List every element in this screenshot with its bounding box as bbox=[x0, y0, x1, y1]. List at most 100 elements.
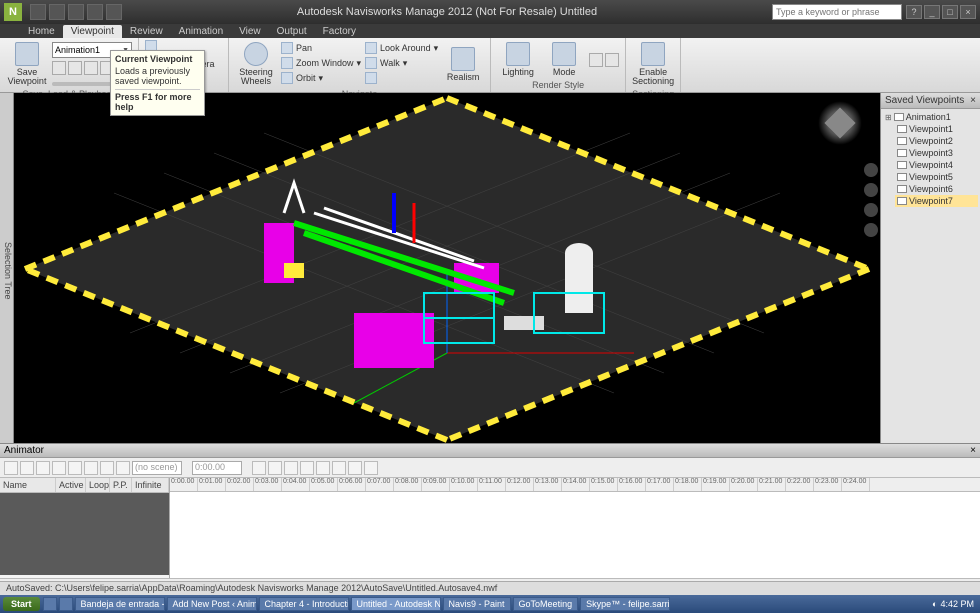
stop-icon[interactable] bbox=[68, 61, 82, 75]
tab-home[interactable]: Home bbox=[20, 25, 63, 38]
viewpoint-item[interactable]: Viewpoint5 bbox=[895, 171, 978, 183]
anim-tb-8[interactable] bbox=[116, 461, 130, 475]
taskbar-item[interactable]: Add New Post ‹ Animat... bbox=[167, 597, 257, 611]
col-active: Active bbox=[56, 478, 86, 492]
taskbar-item[interactable]: Bandeja de entrada - Mic... bbox=[75, 597, 165, 611]
anim-tb-2[interactable] bbox=[20, 461, 34, 475]
viewpoint-item[interactable]: Viewpoint4 bbox=[895, 159, 978, 171]
qat-new-icon[interactable] bbox=[30, 4, 46, 20]
timeline-body[interactable] bbox=[170, 492, 980, 562]
nav-zoom-icon[interactable] bbox=[864, 203, 878, 217]
tab-factory[interactable]: Factory bbox=[315, 25, 364, 38]
viewpoint-item[interactable]: Viewpoint2 bbox=[895, 135, 978, 147]
play-back-icon[interactable] bbox=[52, 61, 66, 75]
ql-2[interactable] bbox=[59, 597, 73, 611]
animator-title: Animator bbox=[4, 445, 44, 456]
app-icon[interactable]: N bbox=[4, 3, 22, 21]
ql-1[interactable] bbox=[43, 597, 57, 611]
taskbar-item[interactable]: Navis9 - Paint bbox=[443, 597, 511, 611]
orbit-button[interactable]: Orbit ▾ bbox=[281, 72, 361, 84]
render-opt2[interactable] bbox=[605, 53, 619, 67]
tab-output[interactable]: Output bbox=[269, 25, 315, 38]
tab-view[interactable]: View bbox=[231, 25, 269, 38]
anim-play-icon[interactable] bbox=[316, 461, 330, 475]
tab-animation[interactable]: Animation bbox=[171, 25, 231, 38]
col-infinite: Infinite bbox=[132, 478, 169, 492]
time-field[interactable]: 0:00.00 bbox=[192, 461, 242, 475]
animator-timeline[interactable]: 0:00.000:01.000:02.000:03.000:04.000:05.… bbox=[170, 478, 980, 578]
scene-field[interactable]: (no scene) bbox=[132, 461, 182, 475]
animator-close-icon[interactable]: × bbox=[970, 445, 976, 456]
group-label-render: Render Style bbox=[497, 79, 619, 90]
viewpoint-item[interactable]: Viewpoint1 bbox=[895, 123, 978, 135]
anim-tb-7[interactable] bbox=[100, 461, 114, 475]
anim-tb-1[interactable] bbox=[4, 461, 18, 475]
anim-last-icon[interactable] bbox=[348, 461, 362, 475]
taskbar-item[interactable]: Skype™ - felipe.sarria bbox=[580, 597, 670, 611]
anim-stop-icon[interactable] bbox=[300, 461, 314, 475]
scene-svg bbox=[14, 93, 880, 443]
tooltip-current-viewpoint: Current Viewpoint Loads a previously sav… bbox=[110, 50, 205, 116]
anim-rev-icon[interactable] bbox=[284, 461, 298, 475]
anim-tb-6[interactable] bbox=[84, 461, 98, 475]
anim-prev-icon[interactable] bbox=[268, 461, 282, 475]
anim-next-icon[interactable] bbox=[332, 461, 346, 475]
qat-undo-icon[interactable] bbox=[87, 4, 103, 20]
tab-review[interactable]: Review bbox=[122, 25, 171, 38]
panel-title: Saved Viewpoints bbox=[885, 95, 964, 106]
nav-pan-icon[interactable] bbox=[864, 183, 878, 197]
viewcube[interactable] bbox=[818, 101, 862, 145]
panel-header[interactable]: Saved Viewpoints × bbox=[881, 93, 980, 109]
nav-walk-icon[interactable] bbox=[864, 223, 878, 237]
viewpoint-item[interactable]: Viewpoint3 bbox=[895, 147, 978, 159]
qat-redo-icon[interactable] bbox=[106, 4, 122, 20]
saved-viewpoints-panel: Saved Viewpoints × Animation1 Viewpoint1… bbox=[880, 93, 980, 443]
animator-tree-body[interactable] bbox=[0, 493, 169, 575]
tree-root[interactable]: Animation1 bbox=[883, 111, 978, 123]
close-button[interactable]: × bbox=[960, 5, 976, 19]
panel-close-icon[interactable]: × bbox=[970, 95, 976, 106]
mode-button[interactable]: Mode bbox=[543, 40, 585, 79]
lighting-button[interactable]: Lighting bbox=[497, 40, 539, 79]
anim-loop-icon[interactable] bbox=[364, 461, 378, 475]
system-tray[interactable]: ◐ 4:42 PM bbox=[926, 599, 980, 609]
maximize-button[interactable]: □ bbox=[942, 5, 958, 19]
pan-button[interactable]: Pan bbox=[281, 42, 361, 54]
zoom-window-button[interactable]: Zoom Window ▾ bbox=[281, 57, 361, 69]
tray-icon[interactable]: ◐ bbox=[932, 599, 937, 609]
look-around-button[interactable]: Look Around ▾ bbox=[365, 42, 438, 54]
minimize-button[interactable]: _ bbox=[924, 5, 940, 19]
qat-open-icon[interactable] bbox=[49, 4, 65, 20]
animator-tree: Name Active Loop P.P. Infinite bbox=[0, 478, 170, 578]
clock: 4:42 PM bbox=[940, 599, 974, 609]
select-button[interactable] bbox=[365, 72, 438, 84]
enable-sectioning-button[interactable]: Enable Sectioning bbox=[632, 40, 674, 88]
walk-button[interactable]: Walk ▾ bbox=[365, 57, 438, 69]
viewpoint-icon bbox=[897, 149, 907, 157]
steering-wheels-button[interactable]: Steering Wheels bbox=[235, 40, 277, 88]
nav-orbit-icon[interactable] bbox=[864, 163, 878, 177]
anim-first-icon[interactable] bbox=[252, 461, 266, 475]
anim-tb-5[interactable] bbox=[68, 461, 82, 475]
taskbar-item[interactable]: GoToMeeting bbox=[513, 597, 579, 611]
search-input[interactable] bbox=[772, 4, 902, 20]
ribbon-tabs: HomeViewpointReviewAnimationViewOutputFa… bbox=[0, 24, 980, 38]
play-icon[interactable] bbox=[84, 61, 98, 75]
anim-tb-4[interactable] bbox=[52, 461, 66, 475]
animator-header[interactable]: Animator × bbox=[0, 444, 980, 458]
anim-tb-3[interactable] bbox=[36, 461, 50, 475]
start-button[interactable]: Start bbox=[3, 597, 40, 611]
taskbar: Start Bandeja de entrada - Mic...Add New… bbox=[0, 595, 980, 613]
save-viewpoint-button[interactable]: Save Viewpoint bbox=[6, 40, 48, 88]
realism-button[interactable]: Realism bbox=[442, 45, 484, 84]
viewpoint-item[interactable]: Viewpoint6 bbox=[895, 183, 978, 195]
selection-tree-tab[interactable]: Selection Tree bbox=[0, 93, 14, 443]
render-opt1[interactable] bbox=[589, 53, 603, 67]
tab-viewpoint[interactable]: Viewpoint bbox=[63, 25, 122, 38]
viewport-3d[interactable] bbox=[14, 93, 880, 443]
taskbar-item[interactable]: Chapter 4 - Introduction ... bbox=[259, 597, 349, 611]
taskbar-item[interactable]: Untitled - Autodesk N... bbox=[351, 597, 441, 611]
help-icon[interactable]: ? bbox=[906, 5, 922, 19]
viewpoint-item[interactable]: Viewpoint7 bbox=[895, 195, 978, 207]
qat-save-icon[interactable] bbox=[68, 4, 84, 20]
